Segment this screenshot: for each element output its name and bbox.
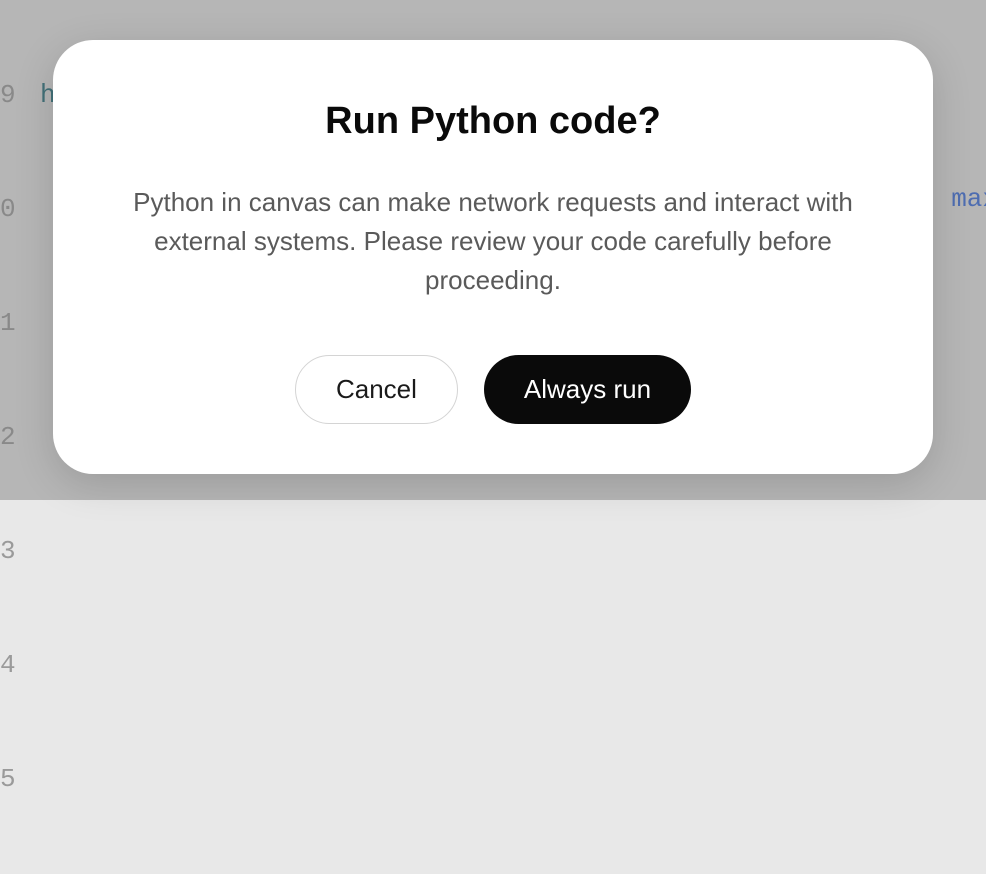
modal-title: Run Python code? bbox=[113, 100, 873, 143]
code-line: 3 bbox=[0, 532, 986, 570]
modal-actions: Cancel Always run bbox=[113, 355, 873, 424]
always-run-button[interactable]: Always run bbox=[484, 355, 691, 424]
line-number: 5 bbox=[0, 760, 40, 798]
confirmation-modal: Run Python code? Python in canvas can ma… bbox=[53, 40, 933, 474]
modal-body-text: Python in canvas can make network reques… bbox=[113, 183, 873, 300]
line-number: 4 bbox=[0, 646, 40, 684]
code-line: 5 bbox=[0, 760, 986, 798]
code-line: 4 bbox=[0, 646, 986, 684]
line-number: 3 bbox=[0, 532, 40, 570]
cancel-button[interactable]: Cancel bbox=[295, 355, 458, 424]
